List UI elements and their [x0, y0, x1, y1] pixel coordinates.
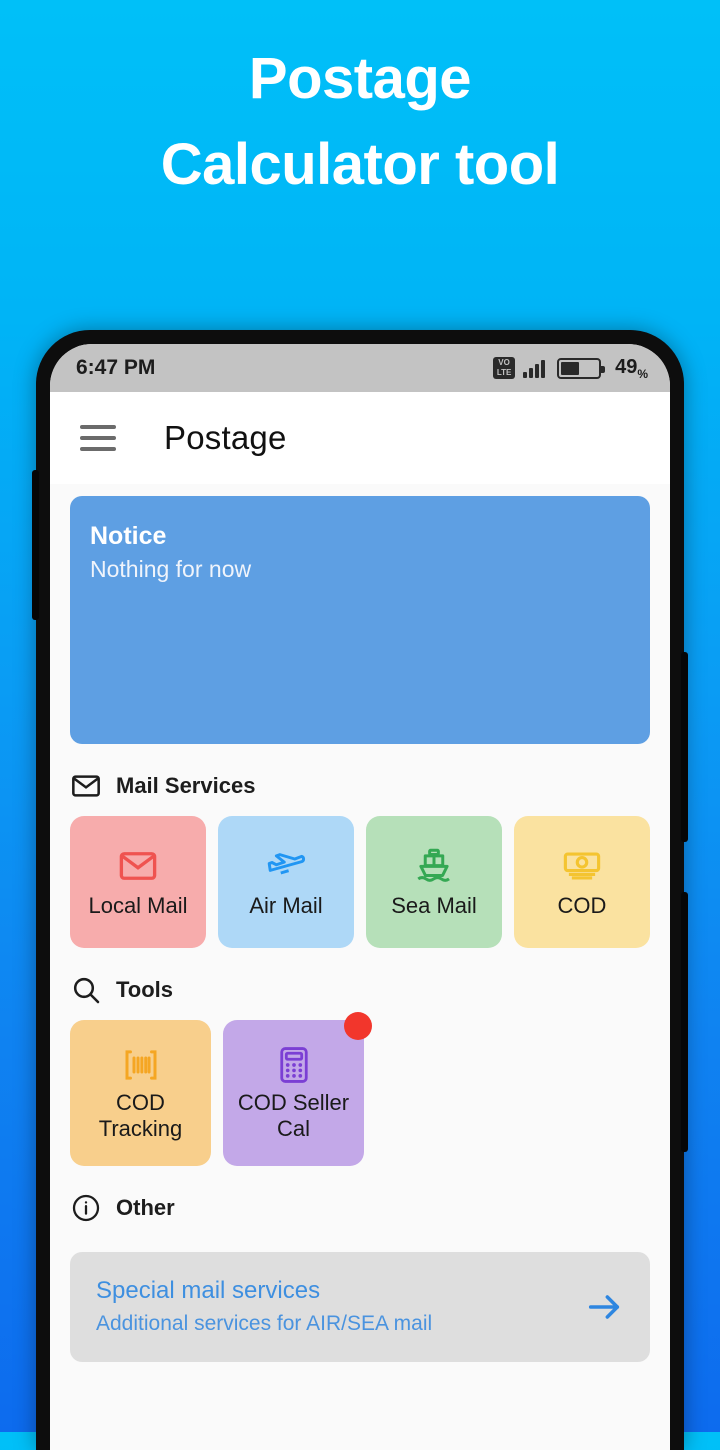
tile-sea-mail[interactable]: Sea Mail	[366, 816, 502, 948]
tools-tile-row: COD Tracking COD Seller Cal	[50, 1012, 670, 1166]
notice-title: Notice	[90, 522, 167, 550]
special-mail-services-card[interactable]: Special mail services Additional service…	[70, 1252, 650, 1362]
section-label-mail-services: Mail Services	[116, 773, 256, 798]
phone-frame: 6:47 PM VO LTE 49% Postage Notice Nothin…	[32, 330, 688, 1450]
phone-side-button-left[interactable]	[32, 470, 39, 620]
section-label-other: Other	[116, 1195, 175, 1220]
notice-body: Nothing for now	[90, 556, 252, 582]
search-icon	[73, 977, 100, 1004]
banknote-icon	[561, 845, 603, 887]
phone-volume-button[interactable]	[681, 652, 688, 842]
mail-services-tile-row: Local Mail Air Mail Sea Mail COD	[50, 816, 670, 948]
tile-label: Local Mail	[88, 893, 188, 918]
section-header-other: Other	[50, 1166, 670, 1238]
tile-label: COD Seller Cal	[237, 1090, 350, 1141]
special-mail-services-text: Special mail services Additional service…	[96, 1274, 432, 1340]
tile-cod-tracking[interactable]: COD Tracking	[70, 1020, 211, 1166]
promo-title-line1: Postage	[248, 46, 472, 111]
status-icons: VO LTE 49%	[493, 356, 648, 381]
tile-air-mail[interactable]: Air Mail	[218, 816, 354, 948]
info-circle-icon	[72, 1194, 100, 1222]
tile-cod-seller-cal[interactable]: COD Seller Cal	[223, 1012, 372, 1166]
special-mail-services-title: Special mail services	[96, 1277, 321, 1304]
envelope-icon	[117, 845, 159, 887]
volte-icon-bottom: LTE	[496, 368, 512, 377]
volte-icon-top: VO	[498, 358, 510, 367]
page-title: Postage	[164, 419, 287, 456]
signal-bars-icon	[523, 359, 546, 378]
section-header-mail-services: Mail Services	[50, 744, 670, 816]
battery-percent: 49%	[615, 355, 648, 381]
promo-header: Postage Calculator tool	[0, 0, 720, 330]
tile-label: Sea Mail	[391, 893, 477, 918]
special-mail-services-subtitle: Additional services for AIR/SEA mail	[96, 1312, 433, 1335]
airplane-icon	[265, 845, 307, 887]
barcode-icon	[120, 1044, 162, 1086]
envelope-icon	[72, 775, 100, 797]
battery-icon	[557, 357, 606, 379]
tile-cod[interactable]: COD	[514, 816, 650, 948]
phone-power-button[interactable]	[681, 892, 688, 1152]
arrow-right-icon[interactable]	[584, 1287, 624, 1327]
status-bar: 6:47 PM VO LTE 49%	[50, 344, 670, 392]
tile-label: COD	[557, 893, 607, 918]
tile-label: COD Tracking	[98, 1090, 183, 1141]
tile-local-mail[interactable]: Local Mail	[70, 816, 206, 948]
status-time: 6:47 PM	[76, 356, 156, 379]
app-bar: Postage	[50, 392, 670, 484]
section-label-tools: Tools	[116, 977, 174, 1002]
calculator-icon	[273, 1044, 315, 1086]
ship-icon	[413, 845, 455, 887]
section-header-tools: Tools	[50, 948, 670, 1020]
promo-title-line2: Calculator tool	[160, 132, 560, 197]
volte-icon: VO LTE	[493, 357, 516, 379]
notification-badge	[344, 1012, 372, 1040]
hamburger-menu-icon[interactable]	[80, 425, 116, 451]
notice-card[interactable]: Notice Nothing for now	[70, 496, 650, 744]
main-content: Notice Nothing for now Mail Services Loc…	[50, 496, 670, 1450]
tile-label: Air Mail	[249, 893, 323, 918]
phone-screen: 6:47 PM VO LTE 49% Postage Notice Nothin…	[50, 344, 670, 1450]
